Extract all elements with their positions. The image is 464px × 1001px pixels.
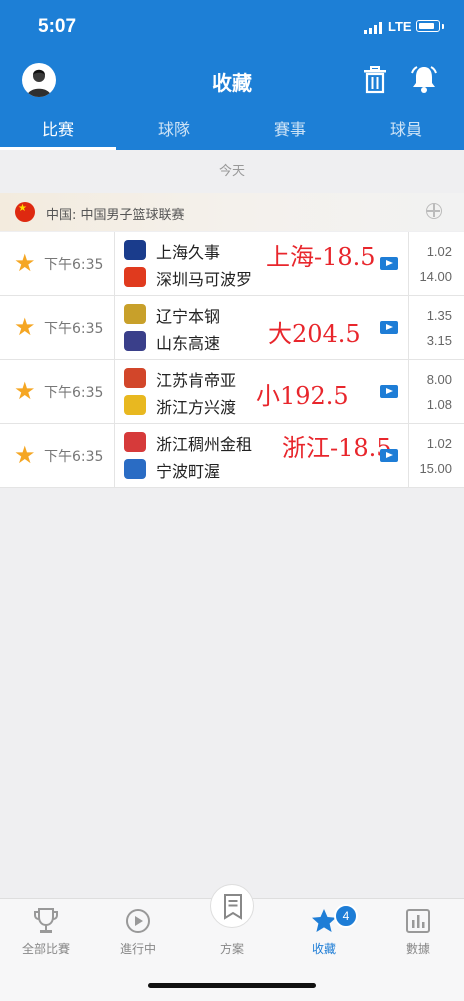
play-circle-icon <box>92 905 184 937</box>
team-logo-icon <box>124 432 146 452</box>
network-label: LTE <box>388 19 412 34</box>
app-header: 5:07 LTE 收藏 比赛 球隊 賽事 球員 <box>0 0 464 150</box>
handwritten-annotation: 大204.5 <box>268 320 361 348</box>
tab-matches[interactable]: 比赛 <box>0 114 116 150</box>
handwritten-annotation: 上海-18.5 <box>266 243 376 271</box>
star-icon[interactable]: ★ <box>14 313 36 341</box>
status-bar: 5:07 LTE <box>0 0 464 54</box>
match-time: 下午6:35 <box>44 385 104 401</box>
star-icon[interactable]: ★ <box>14 249 36 277</box>
video-icon[interactable] <box>380 321 398 334</box>
away-team-name: 山东高速 <box>156 334 221 353</box>
tab-events[interactable]: 賽事 <box>232 114 348 150</box>
away-team-name: 浙江方兴渡 <box>156 398 237 417</box>
trash-icon[interactable] <box>362 66 388 94</box>
league-name: 中国: 中国男子篮球联赛 <box>46 208 185 223</box>
match-row[interactable]: ★ 下午6:35 江苏肯帝亚 浙江方兴渡 小192.5 8.00 1.08 <box>0 360 464 424</box>
tab-label: 數據 <box>405 942 430 956</box>
match-row[interactable]: ★ 下午6:35 辽宁本钢 山东高速 大204.5 1.35 3.15 <box>0 296 464 360</box>
away-odds: 15.00 <box>419 461 452 476</box>
match-row[interactable]: ★ 下午6:35 上海久事 深圳马可波罗 上海-18.5 1.02 14.00 <box>0 232 464 296</box>
league-header[interactable]: 中国: 中国男子篮球联赛 <box>0 193 464 231</box>
bar-chart-icon <box>372 905 464 937</box>
tab-label: 進行中 <box>119 942 156 956</box>
team-logo-icon <box>124 304 146 324</box>
match-time: 下午6:35 <box>44 321 104 337</box>
away-odds: 14.00 <box>419 269 452 284</box>
home-team-name: 浙江稠州金租 <box>156 435 253 454</box>
divider <box>114 296 115 359</box>
away-team-name: 深圳马可波罗 <box>156 270 253 289</box>
tab-in-progress[interactable]: 進行中 <box>92 905 184 957</box>
star-icon[interactable]: ★ <box>14 441 36 469</box>
signal-icon <box>364 22 382 34</box>
team-logo-icon <box>124 368 146 388</box>
home-team-name: 辽宁本钢 <box>156 307 221 326</box>
away-team-name: 宁波町渥 <box>156 462 221 481</box>
away-odds: 3.15 <box>426 333 452 348</box>
video-icon[interactable] <box>380 257 398 270</box>
bookmark-icon <box>224 894 242 920</box>
clock: 5:07 <box>38 16 77 37</box>
tab-data[interactable]: 數據 <box>372 905 464 957</box>
home-indicator <box>148 983 316 988</box>
page-title: 收藏 <box>212 71 252 95</box>
tab-all-matches[interactable]: 全部比賽 <box>0 905 92 957</box>
team-logo-icon <box>124 331 146 351</box>
divider <box>408 424 409 487</box>
divider <box>114 360 115 423</box>
video-icon[interactable] <box>380 449 398 462</box>
match-time: 下午6:35 <box>44 449 104 465</box>
basketball-icon[interactable] <box>426 203 442 219</box>
divider <box>408 296 409 359</box>
handwritten-annotation: 浙江-18.5 <box>282 434 392 462</box>
tab-teams[interactable]: 球隊 <box>116 114 232 150</box>
tab-players[interactable]: 球員 <box>348 114 464 150</box>
home-team-name: 江苏肯帝亚 <box>156 371 237 390</box>
battery-icon <box>416 20 440 32</box>
home-odds: 1.35 <box>426 308 452 323</box>
team-logo-icon <box>124 395 146 415</box>
date-label: 今天 <box>218 164 245 179</box>
home-odds: 8.00 <box>426 372 452 387</box>
team-logo-icon <box>124 240 146 260</box>
star-icon[interactable]: ★ <box>14 377 36 405</box>
battery-tip <box>442 24 444 29</box>
tab-label: 收藏 <box>311 942 336 956</box>
match-time: 下午6:35 <box>44 257 104 273</box>
china-flag-icon <box>15 202 35 222</box>
home-odds: 1.02 <box>426 436 452 451</box>
divider <box>114 424 115 487</box>
tab-label: 全部比賽 <box>21 942 70 956</box>
team-logo-icon <box>124 459 146 479</box>
divider <box>408 360 409 423</box>
favorites-count-badge: 4 <box>334 904 358 928</box>
divider <box>114 232 115 295</box>
plans-button[interactable] <box>210 884 254 928</box>
handwritten-annotation: 小192.5 <box>256 382 349 410</box>
tab-bar-top: 比赛 球隊 賽事 球員 <box>0 114 464 150</box>
home-team-name: 上海久事 <box>156 243 221 262</box>
away-odds: 1.08 <box>426 397 452 412</box>
home-odds: 1.02 <box>426 244 452 259</box>
divider <box>408 232 409 295</box>
match-row[interactable]: ★ 下午6:35 浙江稠州金租 宁波町渥 浙江-18.5 1.02 15.00 <box>0 424 464 488</box>
team-logo-icon <box>124 267 146 287</box>
tab-label: 方案 <box>219 942 244 956</box>
bell-icon[interactable] <box>410 64 438 94</box>
trophy-icon <box>0 905 92 937</box>
video-icon[interactable] <box>380 385 398 398</box>
